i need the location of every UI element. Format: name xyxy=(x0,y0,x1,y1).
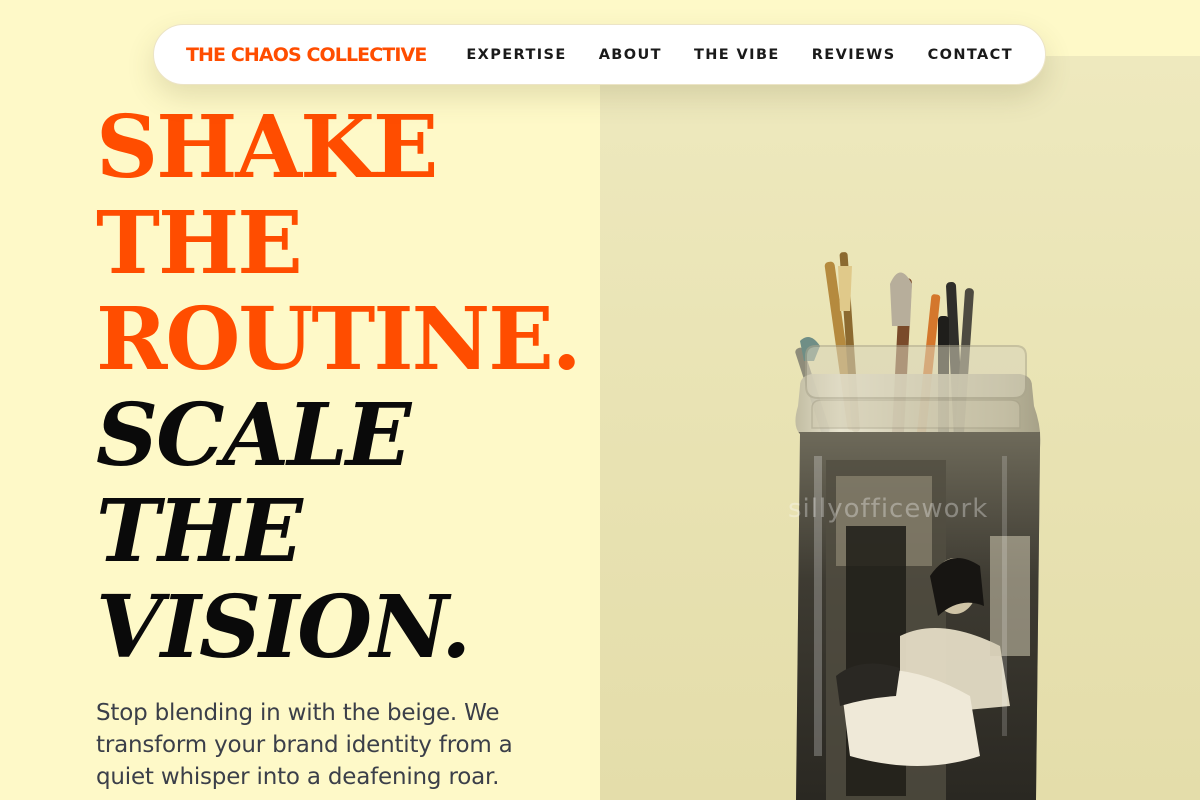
headline-line-the-2: THE xyxy=(96,481,303,582)
nav-link-reviews[interactable]: REVIEWS xyxy=(812,47,896,63)
nav-link-contact[interactable]: CONTACT xyxy=(928,47,1013,63)
nav-link-the-vibe[interactable]: THE VIBE xyxy=(694,47,780,63)
hero-body-copy: Stop blending in with the beige. We tran… xyxy=(96,700,513,790)
nav-link-expertise[interactable]: EXPERTISE xyxy=(466,47,566,63)
nav-links: EXPERTISE ABOUT THE VIBE REVIEWS CONTACT xyxy=(466,47,1013,63)
hero-headline: SHAKE THE ROUTINE. SCALE THE VISION. xyxy=(96,97,582,678)
headline-line-vision: VISION. xyxy=(96,577,471,678)
navbar: THE CHAOS COLLECTIVE EXPERTISE ABOUT THE… xyxy=(153,24,1046,85)
headline-line-scale: SCALE xyxy=(96,385,411,486)
jar-illustration xyxy=(795,252,1041,800)
brand-logo[interactable]: THE CHAOS COLLECTIVE xyxy=(186,44,427,66)
headline-line-shake: SHAKE xyxy=(96,97,438,198)
headline-line-the: THE xyxy=(96,193,303,294)
glass-jar xyxy=(795,345,1041,800)
headline-line-routine: ROUTINE. xyxy=(96,289,582,390)
hero-image: sillyofficework xyxy=(600,56,1200,800)
nav-link-about[interactable]: ABOUT xyxy=(599,47,662,63)
image-watermark: sillyofficework xyxy=(788,494,989,524)
